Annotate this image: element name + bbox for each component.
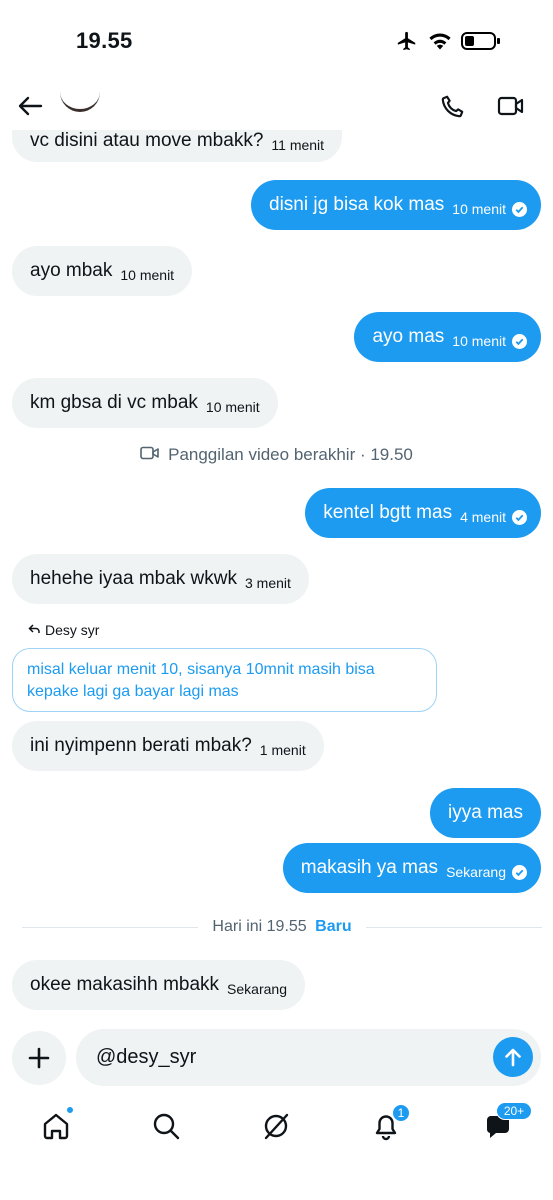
message-text: ayo mbak <box>30 260 113 281</box>
nav-grok[interactable] <box>258 1108 294 1144</box>
message-text: ini nyimpenn berati mbak? <box>30 735 252 756</box>
message-input[interactable] <box>96 1043 476 1071</box>
quoted-text-line: misal keluar menit 10, sisanya 10mnit ma… <box>27 661 375 678</box>
video-icon <box>140 445 160 466</box>
message-time: 10 menit <box>452 333 506 349</box>
message-text: disni jg bisa kok mas <box>269 194 445 215</box>
reply-header: Desy syr <box>28 622 99 638</box>
read-check-icon <box>512 509 527 525</box>
video-call-button[interactable] <box>495 90 527 122</box>
message-text: iyya mas <box>448 802 523 823</box>
home-indicator <box>176 1186 376 1191</box>
reply-to-name: Desy syr <box>45 622 100 638</box>
message-time: 10 menit <box>120 267 175 283</box>
message-composer <box>76 1029 541 1086</box>
message-incoming[interactable]: hehehe iyaa mbak wkwk 3 menit <box>12 554 309 604</box>
airplane-mode-icon <box>395 30 419 57</box>
plus-icon <box>28 1047 50 1069</box>
message-outgoing[interactable]: iyya mas <box>430 788 541 838</box>
read-check-icon <box>512 201 527 217</box>
message-incoming[interactable]: okee makasihh mbakk Sekarang <box>12 960 305 1010</box>
voice-call-button[interactable] <box>437 90 469 122</box>
message-text: makasih ya mas <box>300 857 439 878</box>
read-check-icon <box>512 864 527 880</box>
messages-badge: 20+ <box>496 1102 532 1120</box>
reply-arrow-icon <box>28 622 40 638</box>
message-outgoing[interactable]: ayo mas 10 menit <box>354 312 541 362</box>
message-time: 3 menit <box>245 575 291 591</box>
divider-date: Hari ini 19.55 <box>212 918 307 935</box>
message-text: kentel bgtt mas <box>323 502 453 523</box>
status-bar: 19.55 <box>0 0 553 84</box>
nav-home[interactable] <box>38 1106 74 1144</box>
phone-icon <box>441 95 464 118</box>
message-text: vc disini atau move mbakk? <box>30 130 264 151</box>
status-time: 19.55 <box>76 28 133 53</box>
message-time: 4 menit <box>460 509 506 525</box>
message-text: hehehe iyaa mbak wkwk <box>30 568 237 589</box>
bottom-navigation: 1 20+ <box>0 1100 553 1152</box>
conversation-header <box>0 84 553 130</box>
message-time: 10 menit <box>452 201 506 217</box>
message-time: Sekarang <box>446 864 506 880</box>
quoted-text-line: kepake lagi ga bayar lagi mas <box>27 683 239 700</box>
message-incoming[interactable]: km gbsa di vc mbak 10 menit <box>12 378 278 428</box>
nav-search[interactable] <box>148 1108 184 1144</box>
avatar[interactable] <box>60 78 100 112</box>
search-icon <box>153 1113 180 1140</box>
message-time: Sekarang <box>227 981 287 997</box>
back-arrow-icon <box>18 96 43 116</box>
add-attachment-button[interactable] <box>12 1031 66 1085</box>
home-unread-dot <box>66 1106 74 1114</box>
read-check-icon <box>512 333 527 349</box>
send-arrow-icon <box>505 1048 521 1067</box>
battery-icon <box>461 31 501 56</box>
quoted-message[interactable]: misal keluar menit 10, sisanya 10mnit ma… <box>12 648 437 712</box>
message-outgoing[interactable]: makasih ya mas Sekarang <box>282 843 541 893</box>
back-button[interactable] <box>14 90 46 122</box>
message-incoming[interactable]: ini nyimpenn berati mbak? 1 menit <box>12 721 324 771</box>
message-outgoing[interactable]: kentel bgtt mas 4 menit <box>305 488 541 538</box>
new-label: Baru <box>315 918 352 935</box>
message-text: ayo mas <box>372 326 445 347</box>
divider-line <box>365 926 542 928</box>
notifications-badge: 1 <box>392 1104 410 1122</box>
divider-line <box>22 926 199 928</box>
message-time: 1 menit <box>259 742 306 758</box>
message-time: 11 menit <box>271 137 325 153</box>
divider-label: Hari ini 19.55 Baru <box>198 918 365 936</box>
video-camera-icon <box>497 96 524 116</box>
message-time: 10 menit <box>205 399 260 415</box>
nav-messages[interactable]: 20+ <box>480 1102 532 1144</box>
nav-notifications[interactable]: 1 <box>368 1104 410 1144</box>
grok-icon <box>264 1113 289 1140</box>
status-icons <box>395 30 501 57</box>
home-icon <box>43 1113 69 1140</box>
message-text: okee makasihh mbakk <box>30 974 220 995</box>
wifi-icon <box>427 31 453 56</box>
message-text: km gbsa di vc mbak <box>30 392 198 413</box>
date-divider: Hari ini 19.55 Baru <box>22 916 542 938</box>
message-outgoing[interactable]: disni jg bisa kok mas 10 menit <box>251 180 541 230</box>
message-incoming[interactable]: ayo mbak 10 menit <box>12 246 193 296</box>
send-button[interactable] <box>493 1037 533 1077</box>
call-ended-notice: Panggilan video berakhir · 19.50 <box>0 444 553 466</box>
call-ended-text: Panggilan video berakhir · 19.50 <box>168 445 413 464</box>
